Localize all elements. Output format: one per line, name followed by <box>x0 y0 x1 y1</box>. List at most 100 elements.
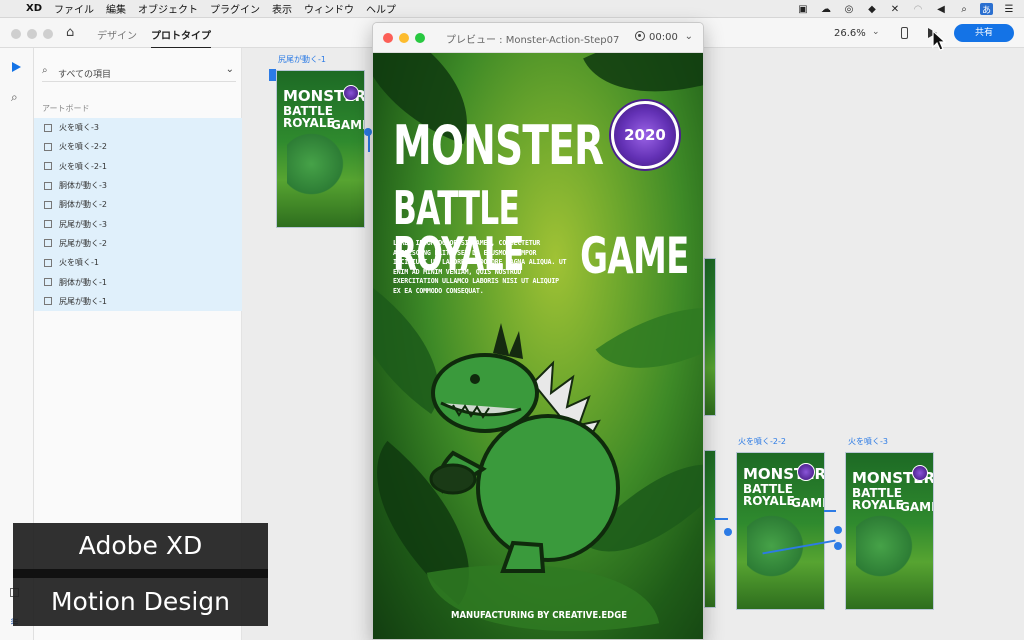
mouse-cursor-icon <box>932 30 946 51</box>
device-preview-icon[interactable] <box>901 27 908 39</box>
list-item-label: 尻尾が動く-3 <box>59 219 107 229</box>
select-tool-icon[interactable] <box>12 62 21 72</box>
menu-bar: XD ファイル 編集 オブジェクト プラグイン 表示 ウィンドウ ヘルプ ▣ ☁… <box>0 0 1024 18</box>
artboard-label[interactable]: 尻尾が動く-1 <box>278 54 326 65</box>
tab-design[interactable]: デザイン <box>97 27 137 42</box>
artboard-icon <box>44 278 52 287</box>
record-button[interactable]: 00:00 <box>635 31 678 43</box>
badge-icon <box>912 465 928 481</box>
list-item-label: 胴体が動く-3 <box>59 181 107 191</box>
record-timer: 00:00 <box>649 32 678 43</box>
artboard-list: 火を噴く-3 火を噴く-2-2 火を噴く-2-1 胴体が動く-3 胴体が動く-2… <box>34 118 242 311</box>
artboard-icon <box>44 239 52 248</box>
artboard-thumbnail[interactable]: MONSTER BATTLE ROYALE GAME <box>845 452 934 610</box>
prototype-wire <box>824 510 836 512</box>
list-item[interactable]: 火を噴く-2-1 <box>34 156 242 176</box>
list-item-label: 火を噴く-3 <box>59 123 99 133</box>
notification-icon[interactable]: ✕ <box>888 4 902 15</box>
zoom-tool-icon[interactable]: ⌕ <box>11 90 18 105</box>
menu-app-name[interactable]: XD <box>26 3 42 14</box>
list-item[interactable]: 胴体が動く-2 <box>34 195 242 215</box>
preview-titlebar[interactable]: プレビュー : Monster-Action-Step07 00:00 ⌄ <box>373 23 703 53</box>
menu-list-icon[interactable]: ☰ <box>1002 4 1016 15</box>
overlay-divider <box>13 569 268 578</box>
tab-prototype[interactable]: プロトタイプ <box>151 27 211 49</box>
menu-help[interactable]: ヘルプ <box>366 1 396 16</box>
list-item[interactable]: 胴体が動く-1 <box>34 272 242 292</box>
zoom-level[interactable]: 26.6% <box>834 28 866 39</box>
list-item[interactable]: 尻尾が動く-2 <box>34 233 242 254</box>
list-item-label: 尻尾が動く-1 <box>59 296 107 306</box>
game-poster[interactable]: MONSTER BATTLE ROYALE GAME 2020 LOREM IP… <box>373 53 703 639</box>
monster-illustration <box>856 510 918 581</box>
artboard-label[interactable]: 火を噴く-2-2 <box>738 436 786 447</box>
artboard-icon <box>44 181 52 190</box>
artboard-icon <box>44 123 52 132</box>
artboard-thumbnail[interactable] <box>704 258 716 416</box>
list-item-label: 胴体が動く-1 <box>59 277 107 287</box>
chevron-down-icon[interactable]: ⌄ <box>685 31 693 42</box>
menu-window[interactable]: ウィンドウ <box>304 1 354 16</box>
artboard-thumbnail[interactable]: MONSTER BATTLE ROYALE GAME <box>276 70 365 228</box>
menu-edit[interactable]: 編集 <box>106 1 126 16</box>
preview-close-button[interactable] <box>383 33 393 43</box>
list-item[interactable]: 尻尾が動く-3 <box>34 214 242 234</box>
year-badge: 2020 <box>611 101 679 169</box>
artboard-icon <box>44 220 52 229</box>
screen-record-icon[interactable]: ▣ <box>796 4 810 15</box>
home-artboard-marker[interactable] <box>269 69 276 81</box>
game-title-line-3: GAME <box>580 227 689 285</box>
sound-icon[interactable]: ◀ <box>934 4 948 15</box>
artboard-icon <box>44 200 52 209</box>
chevron-down-icon[interactable]: ⌄ <box>226 64 234 75</box>
game-description: LOREM IPSUM DOLOR SIT AMET, CONSECTETUR … <box>393 239 567 295</box>
home-icon[interactable]: ⌂ <box>66 25 74 40</box>
share-button[interactable]: 共有 <box>954 24 1014 42</box>
badge-icon <box>343 85 359 101</box>
list-item[interactable]: 尻尾が動く-1 <box>34 291 242 311</box>
dropbox-icon[interactable]: ◆ <box>865 4 879 15</box>
list-item[interactable]: 火を噴く-2-2 <box>34 137 242 157</box>
preview-window[interactable]: プレビュー : Monster-Action-Step07 00:00 ⌄ MO… <box>372 22 704 640</box>
wifi-icon[interactable]: ◠ <box>911 4 925 15</box>
wire-handle[interactable] <box>834 526 842 534</box>
cc-icon[interactable]: ◎ <box>842 4 856 15</box>
chevron-down-icon[interactable]: ⌄ <box>872 27 880 37</box>
window-close-button[interactable] <box>11 29 21 39</box>
game-footer: MANUFACTURING BY CREATIVE.EDGE <box>450 610 628 621</box>
search-icon: ⌕ <box>42 65 48 76</box>
list-item[interactable]: 胴体が動く-3 <box>34 175 242 196</box>
overlay-title-2: Motion Design <box>13 578 268 626</box>
game-title-line-1: MONSTER <box>393 114 604 177</box>
wire-handle[interactable] <box>724 528 732 536</box>
preview-minimize-button[interactable] <box>399 33 409 43</box>
wire-handle[interactable] <box>834 542 842 550</box>
artboard-thumbnail[interactable] <box>704 450 716 608</box>
artboard-icon <box>44 297 52 306</box>
preview-zoom-button[interactable] <box>415 33 425 43</box>
artboard-thumbnail[interactable]: MONSTER BATTLE ROYALE GAME <box>736 452 825 610</box>
window-minimize-button[interactable] <box>27 29 37 39</box>
list-item-label: 尻尾が動く-2 <box>59 238 107 248</box>
window-zoom-button[interactable] <box>43 29 53 39</box>
layers-search[interactable]: ⌕ すべての項目 ⌄ <box>42 64 236 82</box>
year-badge-text: 2020 <box>624 126 666 144</box>
creative-cloud-icon[interactable]: ☁ <box>819 4 833 15</box>
list-item[interactable]: 火を噴く-3 <box>34 118 242 138</box>
artboard-icon <box>44 162 52 171</box>
search-filter-label: すべての項目 <box>58 70 112 80</box>
menu-view[interactable]: 表示 <box>272 1 292 16</box>
spotlight-icon[interactable]: ⌕ <box>957 4 971 15</box>
list-item[interactable]: 火を噴く-1 <box>34 253 242 273</box>
artboard-icon <box>44 142 52 151</box>
menu-object[interactable]: オブジェクト <box>138 1 198 16</box>
artboard-label[interactable]: 火を噴く-3 <box>848 436 888 447</box>
list-item-label: 火を噴く-2-1 <box>59 161 107 171</box>
section-title: アートボード <box>42 104 90 113</box>
input-method-icon[interactable]: あ <box>980 3 993 16</box>
monster-illustration <box>287 128 349 199</box>
menu-plugins[interactable]: プラグイン <box>210 1 260 16</box>
menu-file[interactable]: ファイル <box>54 1 94 16</box>
prototype-wire <box>714 518 728 520</box>
artboard-icon <box>44 258 52 267</box>
